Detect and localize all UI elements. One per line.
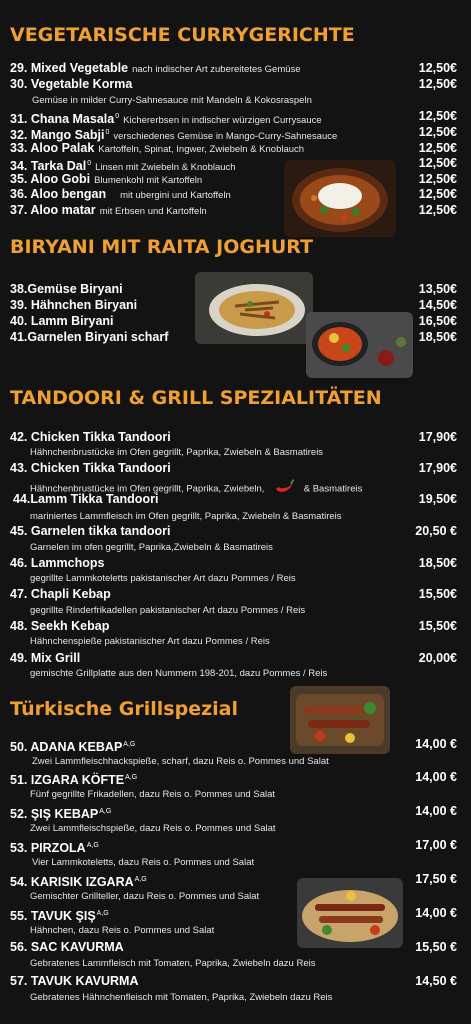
menu-item: 42. Chicken Tikka Tandoori 17,90€ (10, 430, 457, 444)
mixed-grill-image (297, 878, 403, 948)
menu-item: 52. ŞIŞ KEBAPA,G 14,00 € (10, 804, 457, 822)
item-description: gegrillte Rinderfrikadellen pakistanisch… (30, 605, 306, 616)
item-description: Gemüse in milder Curry-Sahnesauce mit Ma… (32, 95, 312, 106)
section-title-turkish: Türkische Grillspezial (10, 698, 238, 720)
item-description: gegrillte Lammkoteletts pakistanischer A… (30, 573, 296, 584)
section-title-tandoori: TANDOORI & GRILL SPEZIALITÄTEN (10, 387, 382, 409)
item-description: Hähnchenbrustücke im Ofen gegrillt, Papr… (30, 447, 324, 458)
item-description: Gemischter Grillteller, dazu Reis o. Pom… (30, 891, 260, 902)
item-description: Hähnchen, dazu Reis o. Pommes und Salat (30, 925, 215, 936)
menu-item: 57. TAVUK KAVURMA 14,50 € (10, 974, 457, 988)
item-description: Hähnchenspieße pakistanischer Art dazu P… (30, 636, 270, 647)
dish-image (306, 312, 413, 378)
menu-item: 50. ADANA KEBAPA,G 14,00 € (10, 737, 457, 755)
menu-item: 51. IZGARA KÖFTEA,G 14,00 € (10, 770, 457, 788)
menu-item: 44.Lamm Tikka Tandoori 19,50€ (13, 492, 457, 506)
menu-item: 43. Chicken Tikka Tandoori 17,90€ (10, 461, 457, 475)
item-description: Fünf gegrillte Frikadellen, dazu Reis o.… (30, 789, 276, 800)
menu-item: 29. Mixed Vegetable nach indischer Art zu… (10, 61, 457, 75)
menu-item: 46. Lammchops 18,50€ (10, 556, 457, 570)
item-description: Garnelen im ofen gegrillt, Paprika,Zwieb… (30, 542, 273, 553)
menu-item: 45. Garnelen tikka tandoori 20,50 € (10, 524, 457, 538)
item-description: gemischte Grillplatte aus den Nummern 19… (30, 668, 328, 679)
menu-item: 47. Chapli Kebap 15,50€ (10, 587, 457, 601)
section-title-vegetarian: VEGETARISCHE CURRYGERICHTE (10, 24, 355, 46)
curry-dish-image (284, 160, 396, 237)
section-title-biryani: BIRYANI MIT RAITA JOGHURT (10, 236, 314, 258)
item-description: Zwei Lammfleischspieße, dazu Reis o. Pom… (30, 823, 276, 834)
menu-item: 48. Seekh Kebap 15,50€ (10, 619, 457, 633)
item-description: mariniertes Lammfleisch im Ofen gegrillt… (30, 511, 342, 522)
item-description: Zwei Lammfleischhackspieße, scharf, dazu… (32, 756, 329, 767)
menu-item: 49. Mix Grill 20,00€ (10, 651, 457, 665)
menu-item: 30. Vegetable Korma 12,50€ (10, 77, 457, 91)
menu-item: 53. PIRZOLAA,G 17,00 € (10, 838, 457, 856)
item-description: Vier Lammkoteletts, dazu Reis o. Pommes … (32, 857, 255, 868)
item-description: Gebratenes Hähnchenfleisch mit Tomaten, … (30, 992, 333, 1003)
item-description: Gebratenes Lammfleisch mit Tomaten, Papr… (30, 958, 316, 969)
menu-item: 33. Aloo Palak Kartoffeln, Spinat, Ingwer… (10, 141, 457, 155)
biryani-dish-image (195, 272, 313, 344)
